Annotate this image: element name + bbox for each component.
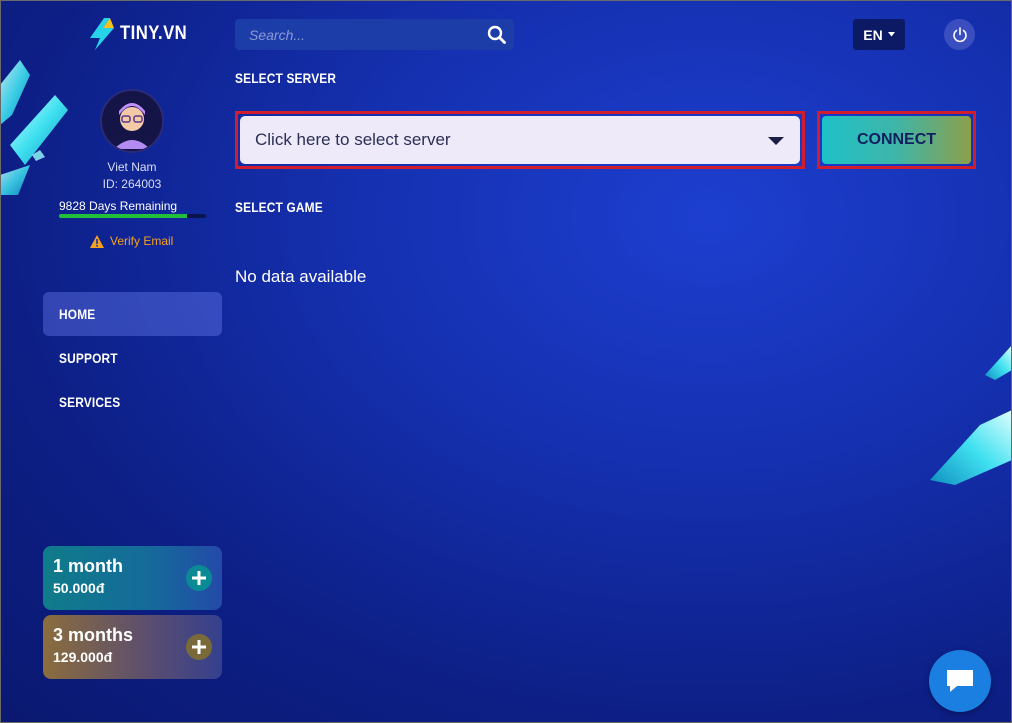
sidebar-item-support[interactable]: SUPPORT	[43, 336, 222, 380]
language-label: EN	[863, 26, 883, 43]
connect-button[interactable]: CONNECT	[822, 116, 971, 164]
user-id: ID: 264003	[102, 177, 162, 191]
sidebar: TINY.VN Viet Nam ID: 264003 9828 Days Re…	[0, 0, 226, 723]
sidebar-item-services[interactable]: SERVICES	[43, 380, 222, 424]
power-icon	[952, 26, 967, 42]
logo[interactable]: TINY.VN	[88, 18, 196, 50]
chat-button[interactable]	[929, 650, 991, 712]
verify-email-label: Verify Email	[110, 234, 174, 248]
language-dropdown[interactable]: EN	[853, 19, 905, 50]
no-data-message: No data available	[235, 267, 367, 286]
search-input[interactable]	[249, 26, 469, 43]
add-plan-button[interactable]	[186, 634, 212, 660]
sidebar-nav: HOME SUPPORT SERVICES	[43, 292, 222, 424]
user-country: Viet Nam	[107, 160, 157, 174]
days-remaining: 9828 Days Remaining	[59, 199, 178, 213]
dropdown-caret-icon	[768, 137, 784, 145]
plus-icon	[192, 571, 206, 585]
add-plan-button[interactable]	[186, 565, 212, 591]
crystal-decoration-right	[930, 345, 1012, 485]
search-bar	[235, 19, 514, 50]
select-game-title: SELECT GAME	[235, 199, 323, 215]
plan-card-3-months[interactable]: 3 months 129.000đ	[43, 615, 222, 679]
days-progress-bar	[59, 214, 206, 218]
plan-card-1-month[interactable]: 1 month 50.000đ	[43, 546, 222, 610]
sidebar-item-home[interactable]: HOME	[43, 292, 222, 336]
power-button[interactable]	[944, 19, 975, 50]
select-server-title: SELECT SERVER	[235, 70, 337, 86]
chat-icon	[947, 670, 973, 692]
server-select-highlight: Click here to select server	[235, 111, 805, 169]
plus-icon	[192, 640, 206, 654]
caret-down-icon	[887, 32, 895, 37]
server-select[interactable]: Click here to select server	[240, 116, 800, 164]
server-select-placeholder: Click here to select server	[255, 130, 451, 149]
connect-highlight: CONNECT	[817, 111, 976, 169]
search-icon[interactable]	[487, 25, 506, 44]
avatar[interactable]	[100, 89, 164, 153]
warning-icon	[90, 234, 104, 248]
lightning-logo-icon	[90, 18, 114, 50]
verify-email-link[interactable]: Verify Email	[90, 234, 173, 248]
logo-text: TINY.VN	[120, 23, 188, 44]
